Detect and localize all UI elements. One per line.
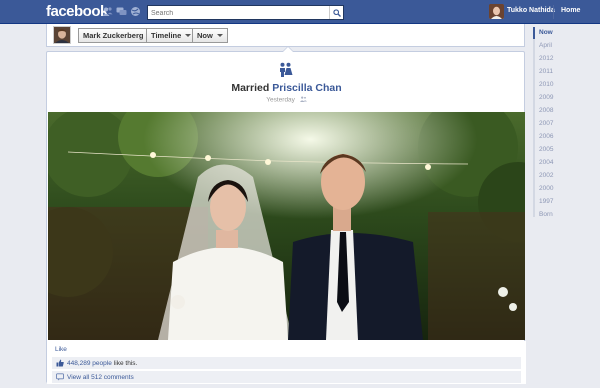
nav-divider [553, 5, 554, 19]
scrubber-item-1997[interactable]: 1997 [539, 198, 553, 205]
likes-count-link[interactable]: 448,289 people [67, 360, 112, 367]
search-icon [332, 8, 341, 17]
scrubber-item-2007[interactable]: 2007 [539, 120, 553, 127]
partner-name-link[interactable]: Priscilla Chan [272, 82, 341, 94]
scrubber-item-2010[interactable]: 2010 [539, 81, 553, 88]
user-avatar[interactable] [489, 4, 504, 19]
thumbs-up-icon [56, 359, 64, 367]
now-label: Now [197, 31, 213, 40]
scrubber-item-2002[interactable]: 2002 [539, 172, 553, 179]
wedding-photo[interactable] [48, 112, 525, 340]
scrubber-item-2006[interactable]: 2006 [539, 133, 553, 140]
scrubber-rail [533, 27, 535, 217]
profile-name-button[interactable]: Mark Zuckerberg [78, 28, 149, 43]
like-button[interactable]: Like [55, 346, 67, 353]
post-actions: Like 448,289 people like this. View all … [47, 341, 526, 384]
scrubber-rail-active [533, 27, 535, 39]
profile-name-label: Mark Zuckerberg [83, 31, 144, 40]
view-comments-link[interactable]: View all 512 comments [67, 374, 134, 381]
scrubber-item-now[interactable]: Now [539, 29, 553, 36]
likes-summary-row: 448,289 people like this. [52, 357, 521, 369]
life-event-post: Married Priscilla Chan Yesterday Like 44… [46, 46, 526, 384]
scrubber-item-2008[interactable]: 2008 [539, 107, 553, 114]
home-link[interactable]: Home [561, 7, 580, 14]
scrubber-item-2009[interactable]: 2009 [539, 94, 553, 101]
now-dropdown[interactable]: Now [192, 28, 228, 43]
messages-icon[interactable] [116, 6, 127, 17]
timestamp[interactable]: Yesterday [266, 97, 295, 104]
audience-icon[interactable] [299, 96, 307, 104]
top-navigation-bar: facebook Tukko Nathida Home [0, 0, 600, 24]
chevron-down-icon [185, 34, 192, 37]
timeline-label: Timeline [151, 31, 182, 40]
search-box [147, 5, 344, 20]
likes-suffix: like this. [113, 359, 138, 367]
globe-icon[interactable] [130, 6, 141, 17]
timeline-header-bar: Mark Zuckerberg Timeline Now [46, 24, 525, 47]
friends-icon[interactable] [102, 6, 113, 17]
chevron-down-icon [216, 34, 223, 37]
scrubber-item-2012[interactable]: 2012 [539, 55, 553, 62]
scrubber-item-born[interactable]: Born [539, 211, 553, 218]
search-button[interactable] [329, 6, 343, 19]
search-input[interactable] [148, 7, 326, 20]
event-title: Married Priscilla Chan [47, 82, 526, 94]
facebook-logo[interactable]: facebook [46, 3, 108, 20]
scrubber-item-2005[interactable]: 2005 [539, 146, 553, 153]
timeline-dropdown[interactable]: Timeline [146, 28, 197, 43]
scrubber-item-2011[interactable]: 2011 [539, 68, 553, 75]
user-name-link[interactable]: Tukko Nathida [507, 7, 555, 14]
scrubber-item-2004[interactable]: 2004 [539, 159, 553, 166]
scrubber-item-april[interactable]: April [539, 42, 552, 49]
comments-row: View all 512 comments [52, 371, 521, 383]
event-meta: Yesterday [47, 96, 526, 104]
scrubber-item-2000[interactable]: 2000 [539, 185, 553, 192]
profile-avatar[interactable] [53, 26, 71, 44]
married-couple-icon [277, 61, 294, 78]
event-type-text: Married [231, 82, 270, 94]
comment-icon [56, 373, 64, 381]
